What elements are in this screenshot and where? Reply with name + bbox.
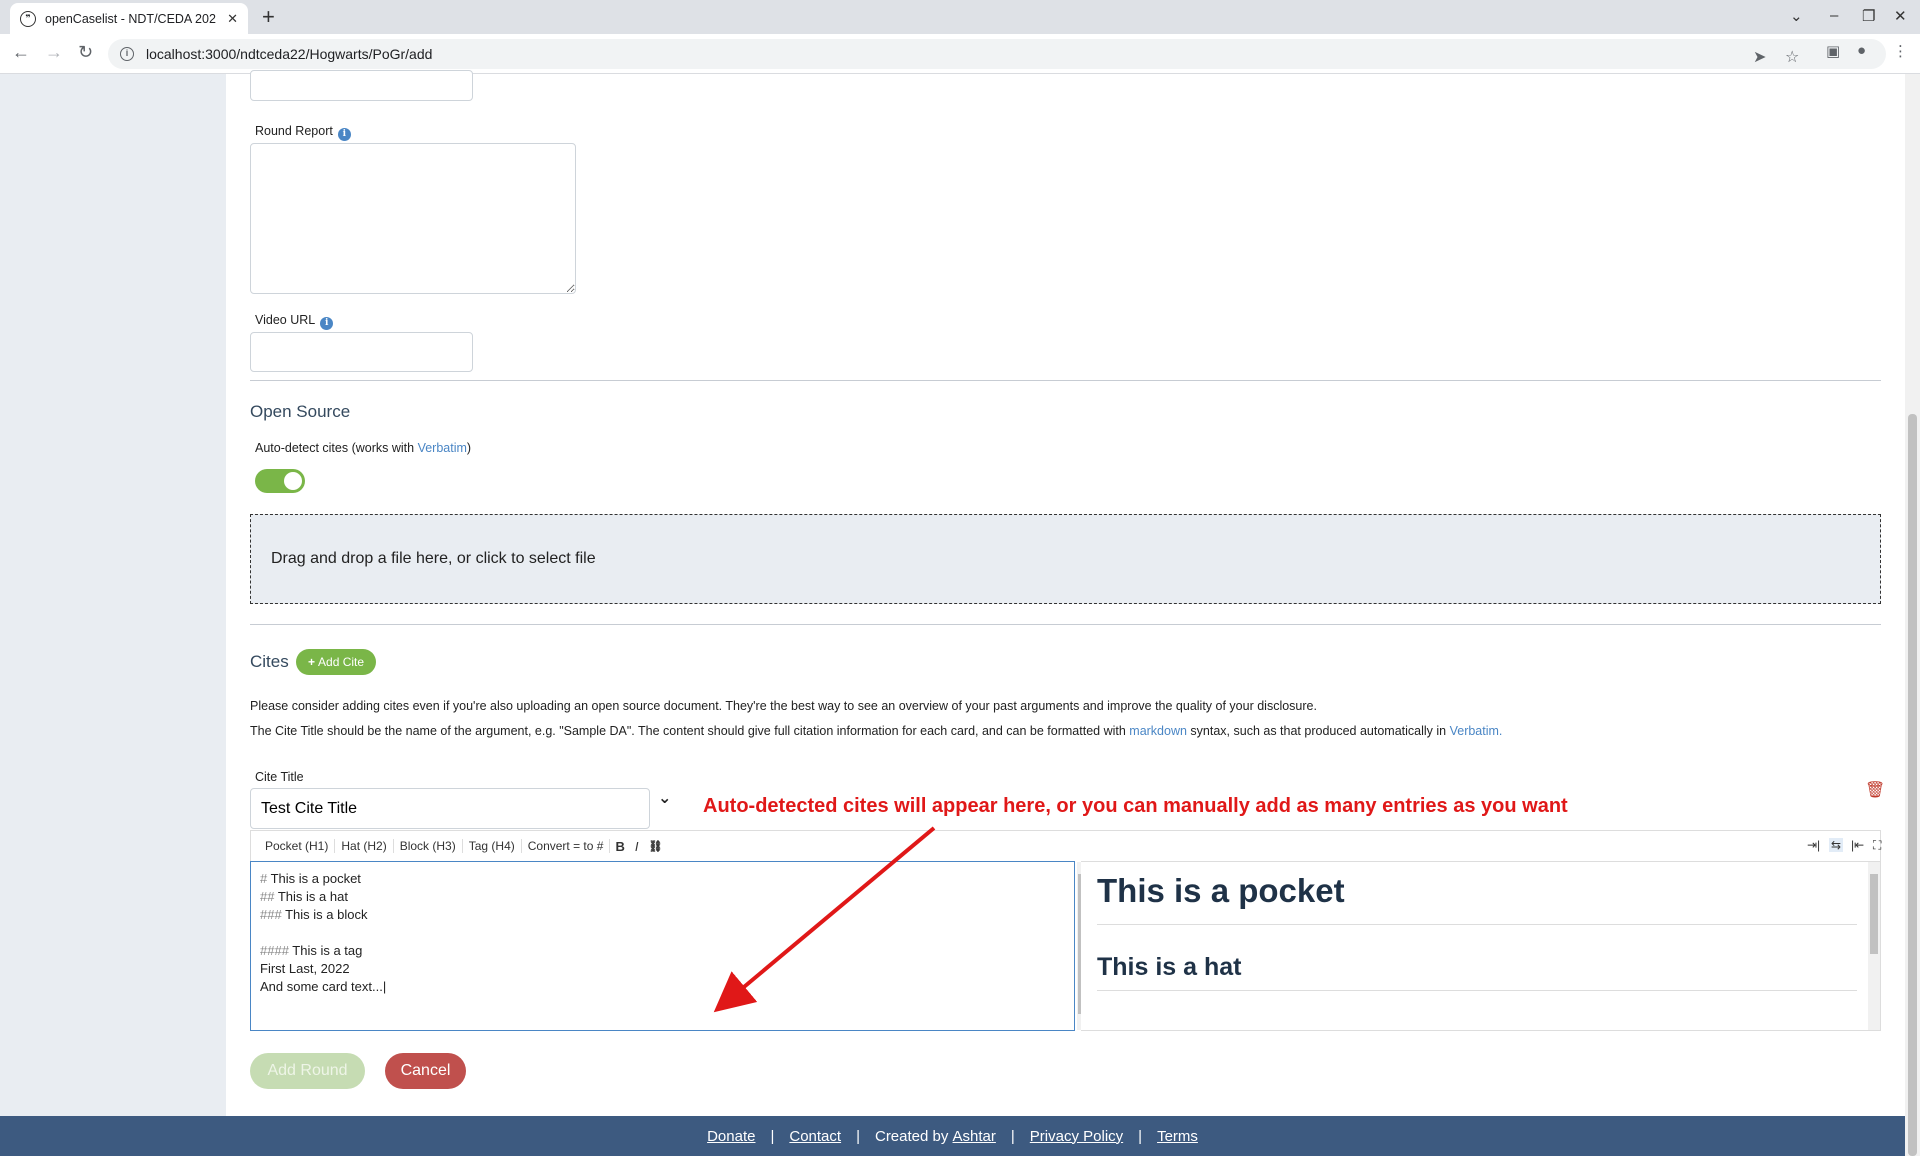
- reload-icon[interactable]: ↻: [78, 42, 93, 63]
- preview-pocket-heading: This is a pocket: [1097, 872, 1857, 925]
- profile-avatar-icon[interactable]: ●: [1857, 42, 1866, 59]
- dropzone-text: Drag and drop a file here, or click to s…: [271, 550, 596, 567]
- md-hash: #: [260, 871, 271, 886]
- footer-privacy-link[interactable]: Privacy Policy: [1030, 1128, 1123, 1145]
- cites-help-paragraph-1: Please consider adding cites even if you…: [250, 699, 1317, 713]
- new-tab-button[interactable]: +: [262, 4, 275, 30]
- minimize-icon[interactable]: –: [1830, 7, 1838, 24]
- footer-separator: |: [1138, 1127, 1143, 1145]
- page-scrollbar-thumb[interactable]: [1908, 414, 1917, 1156]
- browser-tab[interactable]: ❞ openCaselist - NDT/CEDA 202 ✕: [10, 3, 248, 34]
- bookmark-star-icon[interactable]: ☆: [1785, 47, 1799, 67]
- file-dropzone[interactable]: Drag and drop a file here, or click to s…: [250, 514, 1881, 604]
- round-report-info-icon[interactable]: i: [337, 128, 351, 141]
- forward-icon[interactable]: →: [45, 42, 63, 63]
- video-url-input[interactable]: [250, 332, 473, 372]
- footer-separator: |: [856, 1127, 860, 1145]
- add-cite-button[interactable]: + Add Cite: [296, 649, 377, 675]
- side-panel-icon[interactable]: ▣: [1826, 42, 1840, 60]
- restore-icon[interactable]: ❐: [1862, 7, 1875, 25]
- hat-h2-button[interactable]: Hat (H2): [335, 839, 394, 853]
- editor-only-view-icon[interactable]: ⇥|: [1807, 838, 1820, 852]
- cancel-button[interactable]: Cancel: [385, 1053, 466, 1089]
- para2-text-a: The Cite Title should be the name of the…: [250, 724, 1130, 738]
- page-footer: Donate | Contact | Created by Ashtar | P…: [0, 1116, 1905, 1156]
- cites-help-paragraph-2: The Cite Title should be the name of the…: [250, 724, 1502, 738]
- add-cite-label: Add Cite: [318, 655, 365, 669]
- preview-scrollbar-thumb[interactable]: [1870, 874, 1878, 954]
- round-report-textarea[interactable]: [250, 143, 576, 294]
- send-icon[interactable]: ➤: [1753, 47, 1766, 67]
- delete-cite-trash-icon[interactable]: 🗑: [1865, 780, 1885, 800]
- markdown-link[interactable]: markdown: [1129, 724, 1187, 738]
- footer-author-link[interactable]: Ashtar: [953, 1128, 996, 1145]
- tab-search-chevron-icon[interactable]: ⌄: [1790, 7, 1803, 25]
- previous-field-input[interactable]: [250, 70, 473, 101]
- md-hash: ####: [260, 943, 293, 958]
- open-source-title: Open Source: [250, 402, 351, 421]
- quote-favicon-icon: ❞: [20, 10, 36, 27]
- md-text: This is a tag: [292, 943, 363, 958]
- round-report-label: Round Report i: [255, 124, 351, 141]
- cite-collapse-chevron-icon[interactable]: ⌄: [658, 788, 671, 808]
- annotation-callout: Auto-detected cites will appear here, or…: [703, 795, 1568, 817]
- autodetect-prefix: Auto-detect cites (works with: [255, 441, 418, 455]
- verbatim-link[interactable]: Verbatim: [418, 441, 467, 455]
- plus-icon: +: [308, 655, 316, 669]
- video-url-label-text: Video URL: [255, 313, 316, 327]
- address-bar: ← → ↻ i localhost:3000/ndtceda22/Hogwart…: [0, 34, 1920, 74]
- preview-only-view-icon[interactable]: |⇤: [1851, 838, 1864, 852]
- footer-separator: |: [1010, 1127, 1015, 1145]
- url-omnibox[interactable]: i localhost:3000/ndtceda22/Hogwarts/PoGr…: [108, 39, 1886, 69]
- footer-donate-link[interactable]: Donate: [707, 1128, 755, 1145]
- autodetect-label: Auto-detect cites (works with Verbatim): [255, 441, 471, 455]
- round-report-label-text: Round Report: [255, 124, 333, 138]
- block-h3-button[interactable]: Block (H3): [394, 839, 463, 853]
- section-divider: [250, 380, 1881, 381]
- autodetect-toggle[interactable]: [255, 469, 305, 493]
- add-round-button[interactable]: Add Round: [250, 1053, 365, 1089]
- video-url-info-icon[interactable]: i: [320, 317, 334, 330]
- md-hash: ###: [260, 907, 286, 922]
- pocket-h1-button[interactable]: Pocket (H1): [259, 839, 336, 853]
- md-text: This is a pocket: [270, 871, 361, 886]
- para2-text-b: syntax, such as that produced automatica…: [1186, 724, 1450, 738]
- video-url-label: Video URL i: [255, 313, 334, 330]
- md-text: This is a block: [285, 907, 368, 922]
- back-icon[interactable]: ←: [12, 42, 30, 63]
- close-tab-icon[interactable]: ✕: [227, 11, 238, 27]
- autodetect-suffix: ): [466, 441, 472, 455]
- preview-hat-heading: This is a hat: [1097, 953, 1857, 991]
- footer-separator: |: [770, 1127, 775, 1145]
- annotation-arrow: [713, 826, 936, 1013]
- toggle-knob: [284, 472, 302, 490]
- browser-tabbar: ❞ openCaselist - NDT/CEDA 202 ✕ + ⌄ – ❐ …: [0, 0, 1920, 34]
- md-text: This is a hat: [277, 889, 348, 904]
- footer-created-by: Created by: [874, 1127, 953, 1145]
- main-content: Round Report i Video URL i Open Source Aut…: [226, 70, 1905, 1116]
- left-sidebar-panel: [0, 74, 226, 1116]
- cites-title: Cites: [250, 652, 289, 671]
- footer-terms-link[interactable]: Terms: [1157, 1128, 1198, 1145]
- preview-scrollbar[interactable]: [1868, 862, 1880, 1030]
- url-text: localhost:3000/ndtceda22/Hogwarts/PoGr/a…: [146, 46, 433, 62]
- cite-title-label: Cite Title: [255, 770, 304, 784]
- md-hash: ##: [260, 889, 278, 904]
- site-info-icon[interactable]: i: [120, 47, 134, 61]
- split-view-icon[interactable]: ⇆: [1829, 838, 1844, 852]
- section-divider-2: [250, 624, 1881, 625]
- page-scrollbar[interactable]: [1905, 74, 1920, 1156]
- window-close-icon[interactable]: ✕: [1894, 7, 1907, 25]
- verbatim-link-2[interactable]: Verbatim.: [1450, 724, 1503, 738]
- menu-kebab-icon[interactable]: ⋮: [1893, 42, 1908, 60]
- footer-contact-link[interactable]: Contact: [789, 1128, 841, 1145]
- fullscreen-icon[interactable]: ⛶: [1873, 838, 1881, 853]
- markdown-preview: This is a pocket This is a hat: [1081, 861, 1881, 1031]
- tab-title: openCaselist - NDT/CEDA 202: [45, 11, 216, 26]
